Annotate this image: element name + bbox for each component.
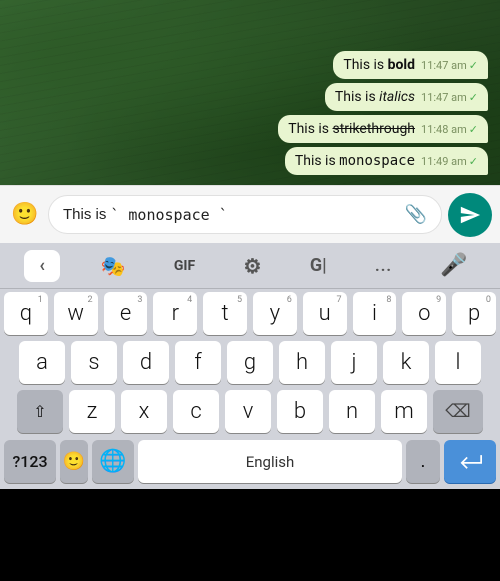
key-n[interactable]: n (329, 390, 375, 433)
settings-button[interactable]: ⚙ (236, 248, 270, 284)
key-f[interactable]: f (175, 341, 221, 384)
key-w[interactable]: 2w (54, 292, 98, 335)
key-u[interactable]: 7u (303, 292, 347, 335)
delivered-icon-3: ✓ (469, 123, 478, 136)
message-time-3: 11:48 am (421, 123, 467, 136)
key-x[interactable]: x (121, 390, 167, 433)
input-text-plain: This is (63, 206, 106, 223)
key-v[interactable]: v (225, 390, 271, 433)
key-h[interactable]: h (279, 341, 325, 384)
delete-key[interactable]: ⌫ (433, 390, 483, 433)
key-z[interactable]: z (69, 390, 115, 433)
attachment-icon[interactable]: 📎 (405, 204, 427, 225)
key-t[interactable]: 5t (203, 292, 247, 335)
numbers-key[interactable]: ?123 (4, 440, 56, 483)
key-p[interactable]: 0p (452, 292, 496, 335)
key-r[interactable]: 4r (153, 292, 197, 335)
emoji-sticker-button[interactable]: 🎭 (93, 248, 134, 284)
send-icon (459, 204, 481, 226)
input-text-mono: ` monospace ` (110, 206, 227, 224)
key-d[interactable]: d (123, 341, 169, 384)
message-time-4: 11:49 am (421, 155, 467, 168)
message-bubble-strike: This is strikethrough 11:48 am ✓ (278, 115, 488, 143)
send-button[interactable] (448, 193, 492, 237)
key-e[interactable]: 3e (104, 292, 148, 335)
message-bubble-mono: This is monospace 11:49 am ✓ (285, 147, 488, 175)
key-i[interactable]: 8i (353, 292, 397, 335)
gif-button[interactable]: GIF (166, 252, 203, 280)
keyboard-back-button[interactable]: ‹ (24, 250, 60, 282)
message-bubble-bold: This is bold 11:47 am ✓ (333, 51, 488, 79)
keyboard-row-3: ⇧ z x c v b n m ⌫ (0, 387, 500, 436)
message-bubble-italic: This is italics 11:47 am ✓ (325, 83, 488, 111)
key-a[interactable]: a (19, 341, 65, 384)
key-l[interactable]: l (435, 341, 481, 384)
keyboard-row-2: a s d f g h j k l (0, 338, 500, 387)
numbers-label: ?123 (12, 452, 47, 471)
key-q[interactable]: 1q (4, 292, 48, 335)
key-j[interactable]: j (331, 341, 377, 384)
keyboard-row-1: 1q 2w 3e 4r 5t 6y 7u 8i 9o 0p (0, 289, 500, 338)
keyboard-bottom-row: ?123 🙂 🌐 English . (0, 436, 500, 489)
key-y[interactable]: 6y (253, 292, 297, 335)
message-time-1: 11:47 am (421, 59, 467, 72)
key-c[interactable]: c (173, 390, 219, 433)
key-b[interactable]: b (277, 390, 323, 433)
key-g[interactable]: g (227, 341, 273, 384)
period-key[interactable]: . (406, 440, 440, 483)
emoji-button[interactable]: 🙂 (8, 198, 42, 232)
keyboard-toolbar: ‹ 🎭 GIF ⚙ G| ... 🎤 (0, 243, 500, 289)
enter-key[interactable] (444, 440, 496, 483)
globe-key[interactable]: 🌐 (92, 440, 134, 483)
key-k[interactable]: k (383, 341, 429, 384)
delivered-icon-4: ✓ (469, 155, 478, 168)
message-input-field[interactable]: This is ` monospace ` 📎 (48, 195, 442, 234)
space-label: English (246, 453, 295, 471)
keyboard: 1q 2w 3e 4r 5t 6y 7u 8i 9o 0p a s d f g … (0, 289, 500, 489)
messages-container: This is bold 11:47 am ✓ This is italics … (266, 41, 500, 185)
comma-key[interactable]: 🙂 (60, 440, 88, 483)
delivered-icon-1: ✓ (469, 59, 478, 72)
chat-area: This is bold 11:47 am ✓ This is italics … (0, 0, 500, 185)
space-key[interactable]: English (138, 440, 402, 483)
key-o[interactable]: 9o (402, 292, 446, 335)
more-options-button[interactable]: ... (367, 250, 400, 281)
enter-icon (458, 453, 482, 471)
delivered-icon-2: ✓ (469, 91, 478, 104)
translate-button[interactable]: G| (302, 249, 335, 282)
period-label: . (421, 451, 426, 472)
microphone-button[interactable]: 🎤 (432, 247, 475, 284)
message-time-2: 11:47 am (421, 91, 467, 104)
key-m[interactable]: m (381, 390, 427, 433)
message-input-area: 🙂 This is ` monospace ` 📎 (0, 185, 500, 243)
key-s[interactable]: s (71, 341, 117, 384)
shift-key[interactable]: ⇧ (17, 390, 63, 433)
